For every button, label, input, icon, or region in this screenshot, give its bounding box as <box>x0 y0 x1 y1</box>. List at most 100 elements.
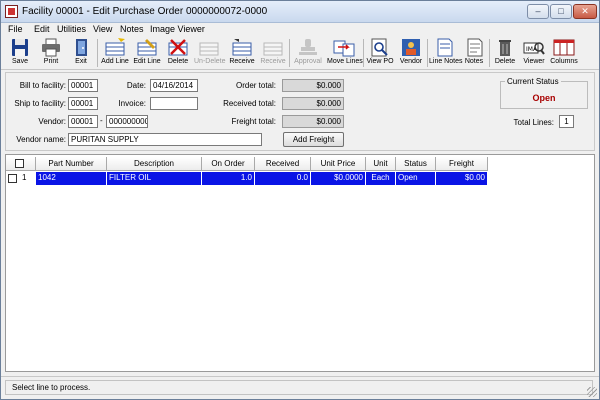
row-checkbox[interactable] <box>8 174 17 183</box>
cell-on-order[interactable]: 1.0 <box>202 172 255 185</box>
notes-button[interactable]: Notes <box>461 37 487 69</box>
freight-total-label: Freight total: <box>231 117 276 126</box>
view-po-button[interactable]: View PO <box>366 37 394 69</box>
grid-header-row: Part Number Description On Order Receive… <box>6 157 594 171</box>
resize-grip-icon[interactable] <box>587 387 597 397</box>
current-status-value: Open <box>532 93 556 103</box>
table-row[interactable]: 1 1042 FILTER OIL 1.0 0.0 $0.0000 Each O… <box>6 172 594 185</box>
ship-to-label: Ship to facility: <box>14 99 66 108</box>
app-icon <box>5 5 18 18</box>
exit-button[interactable]: Exit <box>68 37 94 69</box>
add-line-button[interactable]: Add Line <box>100 37 130 69</box>
vendor-dash: - <box>100 116 103 125</box>
status-message: Select line to process. <box>5 380 593 395</box>
invoice-field[interactable] <box>150 97 198 110</box>
vendor-number-field[interactable]: 00001 <box>68 115 98 128</box>
edit-line-button[interactable]: Edit Line <box>132 37 162 69</box>
ship-to-field[interactable]: 00001 <box>68 97 98 110</box>
menu-edit[interactable]: Edit <box>34 24 50 34</box>
freight-total-field: $0.000 <box>282 115 344 128</box>
add-line-icon <box>104 38 126 57</box>
toolbar-separator <box>363 39 364 67</box>
receive-button[interactable]: Receive <box>227 37 257 69</box>
delete-button[interactable]: Delete <box>491 37 519 69</box>
row-index: 1 <box>22 173 27 182</box>
received-total-field: $0.000 <box>282 97 344 110</box>
menu-image-viewer[interactable]: Image Viewer <box>150 24 205 34</box>
printer-icon <box>40 38 62 57</box>
move-lines-button[interactable]: Move Lines <box>327 37 363 69</box>
print-button[interactable]: Print <box>37 37 65 69</box>
maximize-button[interactable]: □ <box>550 4 572 19</box>
column-header-status[interactable]: Status <box>396 157 436 171</box>
cell-unit-price[interactable]: $0.0000 <box>311 172 366 185</box>
select-all-checkbox[interactable] <box>15 159 24 168</box>
window-title: Facility 00001 - Edit Purchase Order 000… <box>22 6 268 17</box>
edit-line-icon <box>136 38 158 57</box>
magnifier-document-icon <box>369 38 391 57</box>
toolbar-separator <box>427 39 428 67</box>
columns-icon <box>553 38 575 57</box>
cell-description[interactable]: FILTER OIL <box>107 172 202 185</box>
column-header-on-order[interactable]: On Order <box>202 157 255 171</box>
cell-part-number[interactable]: 1042 <box>36 172 107 185</box>
viewer-button[interactable]: IMA Viewer <box>521 37 547 69</box>
vendor-name-field[interactable]: PURITAN SUPPLY <box>68 133 262 146</box>
menu-notes[interactable]: Notes <box>120 24 144 34</box>
notes-icon <box>463 38 485 57</box>
toolbar-separator <box>289 39 290 67</box>
lines-grid: Part Number Description On Order Receive… <box>5 154 595 372</box>
floppy-disk-icon <box>9 38 31 57</box>
undelete-button[interactable]: Un-Delete <box>194 37 226 69</box>
toolbar: Save Print Exit Add Line Edit Line Delet… <box>1 36 599 70</box>
cell-status[interactable]: Open <box>396 172 436 185</box>
menu-utilities[interactable]: Utilities <box>57 24 86 34</box>
bill-to-label: Bill to facility: <box>19 81 66 90</box>
app-window: Facility 00001 - Edit Purchase Order 000… <box>0 0 600 400</box>
add-freight-button[interactable]: Add Freight <box>283 132 344 147</box>
move-lines-icon <box>333 38 355 57</box>
row-selector[interactable]: 1 <box>6 172 36 185</box>
column-header-unit-price[interactable]: Unit Price <box>311 157 366 171</box>
total-lines-label: Total Lines: <box>513 118 554 127</box>
line-notes-button[interactable]: Line Notes <box>429 37 462 69</box>
column-header-received[interactable]: Received <box>255 157 311 171</box>
cell-received[interactable]: 0.0 <box>255 172 311 185</box>
trash-can-icon <box>494 38 516 57</box>
receive-icon <box>231 38 253 57</box>
date-label: Date: <box>126 81 146 90</box>
select-all-header[interactable] <box>6 157 36 171</box>
approval-stamp-icon <box>297 38 319 57</box>
bill-to-field[interactable]: 00001 <box>68 79 98 92</box>
date-field[interactable]: 04/16/2014 <box>150 79 198 92</box>
delete-line-icon <box>167 38 189 57</box>
vendor-label: Vendor: <box>38 117 66 126</box>
column-header-freight[interactable]: Freight <box>436 157 488 171</box>
toolbar-separator <box>489 39 490 67</box>
order-total-field: $0.000 <box>282 79 344 92</box>
approval-button[interactable]: Approval <box>292 37 324 69</box>
menu-file[interactable]: File <box>8 24 23 34</box>
cell-freight[interactable]: $0.00 <box>436 172 488 185</box>
exit-door-icon <box>70 38 92 57</box>
menu-view[interactable]: View <box>93 24 112 34</box>
columns-button[interactable]: Columns <box>549 37 579 69</box>
close-button[interactable]: ✕ <box>573 4 597 19</box>
cell-unit[interactable]: Each <box>366 172 396 185</box>
order-header-panel: Bill to facility: 00001 Ship to facility… <box>5 72 595 151</box>
delete-line-button[interactable]: Delete <box>164 37 192 69</box>
receive-disabled-button[interactable]: Receive <box>259 37 287 69</box>
column-header-unit[interactable]: Unit <box>366 157 396 171</box>
vendor-icon <box>400 38 422 57</box>
current-status-box: Current Status Open <box>500 77 588 109</box>
column-header-description[interactable]: Description <box>107 157 202 171</box>
vendor-id-field[interactable]: 0000000001 <box>106 115 148 128</box>
vendor-button[interactable]: Vendor <box>397 37 425 69</box>
image-viewer-icon: IMA <box>523 38 545 57</box>
title-bar: Facility 00001 - Edit Purchase Order 000… <box>1 1 599 23</box>
status-bar: Select line to process. <box>1 376 599 399</box>
column-header-part-number[interactable]: Part Number <box>36 157 107 171</box>
save-button[interactable]: Save <box>6 37 34 69</box>
line-notes-icon <box>433 38 455 57</box>
minimize-button[interactable]: – <box>527 4 549 19</box>
